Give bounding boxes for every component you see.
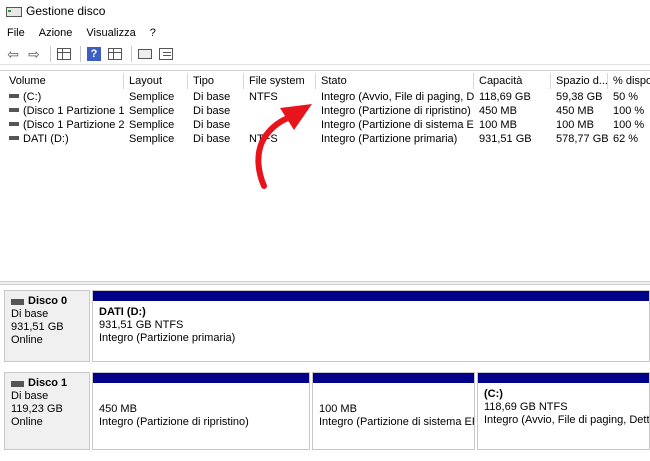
partition-block[interactable]: 100 MB Integro (Partizione di sistema EF… bbox=[312, 372, 475, 450]
disk-name-text: Disco 0 bbox=[28, 295, 68, 307]
partition-status: Integro (Avvio, File di paging, Dettagli bbox=[484, 414, 649, 426]
disk-status: Online bbox=[11, 334, 43, 346]
partition-bar bbox=[313, 373, 474, 383]
partition-bar bbox=[93, 373, 309, 383]
partition-size: 118,69 GB NTFS bbox=[484, 401, 568, 413]
disk-name: Disco 1 bbox=[11, 377, 83, 390]
partition-block[interactable]: DATI (D:) 931,51 GB NTFS Integro (Partiz… bbox=[92, 290, 650, 362]
partition-size: 931,51 GB NTFS bbox=[99, 319, 184, 331]
disk-row-0: Disco 0 Di base 931,51 GB Online DATI (D… bbox=[4, 290, 650, 362]
pane-splitter[interactable] bbox=[0, 281, 650, 285]
disk-status: Online bbox=[11, 416, 43, 428]
partition-status: Integro (Partizione di ripristino) bbox=[99, 416, 249, 428]
partition-bar bbox=[93, 291, 649, 301]
disk-type: Di base bbox=[11, 308, 49, 320]
partition-body: (C:) 118,69 GB NTFS Integro (Avvio, File… bbox=[478, 383, 649, 432]
partition-status: Integro (Partizione primaria) bbox=[99, 332, 236, 344]
disk-row-1: Disco 1 Di base 119,23 GB Online 450 MB … bbox=[4, 372, 650, 450]
disk-icon bbox=[11, 380, 24, 387]
disk-icon bbox=[11, 298, 24, 305]
partition-size: 450 MB bbox=[99, 403, 137, 415]
partition-body: 100 MB Integro (Partizione di sistema EF… bbox=[313, 383, 474, 434]
disk-name: Disco 0 bbox=[11, 295, 83, 308]
partition-bar bbox=[478, 373, 649, 383]
partition-block[interactable]: (C:) 118,69 GB NTFS Integro (Avvio, File… bbox=[477, 372, 650, 450]
partition-status: Integro (Partizione di sistema EFI) bbox=[319, 416, 474, 428]
disk-size: 931,51 GB bbox=[11, 321, 64, 333]
disk-label[interactable]: Disco 1 Di base 119,23 GB Online bbox=[4, 372, 90, 450]
partition-name: (C:) bbox=[484, 388, 503, 400]
partition-name: DATI (D:) bbox=[99, 306, 146, 318]
disk-label[interactable]: Disco 0 Di base 931,51 GB Online bbox=[4, 290, 90, 362]
disk-size: 119,23 GB bbox=[11, 403, 63, 415]
partition-block[interactable]: 450 MB Integro (Partizione di ripristino… bbox=[92, 372, 310, 450]
disk-type: Di base bbox=[11, 390, 49, 402]
partition-body: DATI (D:) 931,51 GB NTFS Integro (Partiz… bbox=[93, 301, 649, 350]
disk-name-text: Disco 1 bbox=[28, 377, 68, 389]
partition-size: 100 MB bbox=[319, 403, 357, 415]
partition-body: 450 MB Integro (Partizione di ripristino… bbox=[93, 383, 309, 434]
